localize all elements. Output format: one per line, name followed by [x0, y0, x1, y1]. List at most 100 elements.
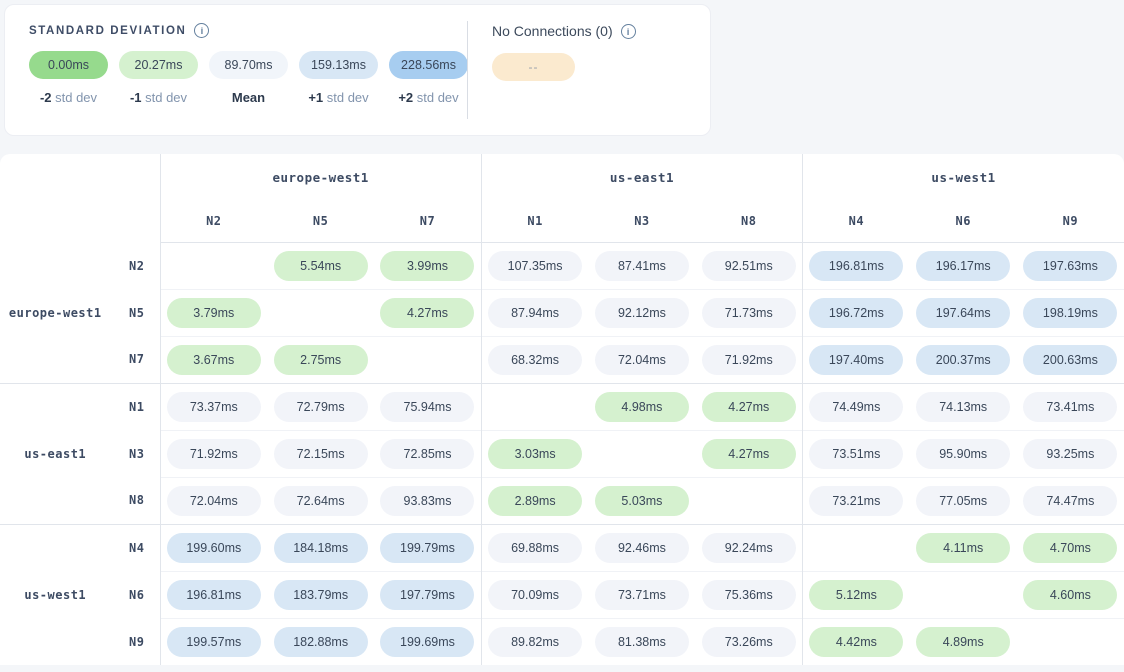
matrix-cell[interactable]: 74.47ms: [1017, 477, 1124, 524]
matrix-cell[interactable]: 183.79ms: [267, 571, 374, 618]
matrix-cell[interactable]: 200.63ms: [1017, 336, 1124, 383]
row-label: N4: [0, 524, 160, 571]
matrix-cell[interactable]: 107.35ms: [481, 242, 588, 289]
latency-pill: 75.94ms: [380, 392, 474, 422]
matrix-cell[interactable]: 4.27ms: [374, 289, 481, 336]
matrix-cell[interactable]: 72.04ms: [588, 336, 695, 383]
matrix-cell[interactable]: 197.40ms: [803, 336, 910, 383]
latency-pill: 72.04ms: [595, 345, 689, 375]
latency-pill: 72.64ms: [274, 486, 368, 516]
matrix-cell[interactable]: 5.54ms: [267, 242, 374, 289]
matrix-cell[interactable]: 73.71ms: [588, 571, 695, 618]
row-label: N9: [0, 618, 160, 665]
matrix-cell[interactable]: 197.64ms: [910, 289, 1017, 336]
matrix-cell[interactable]: 197.63ms: [1017, 242, 1124, 289]
matrix-cell[interactable]: 198.19ms: [1017, 289, 1124, 336]
matrix-cell[interactable]: 74.49ms: [803, 383, 910, 430]
matrix-cell[interactable]: 199.60ms: [160, 524, 267, 571]
matrix-cell[interactable]: 4.42ms: [803, 618, 910, 665]
matrix-cell[interactable]: 73.41ms: [1017, 383, 1124, 430]
matrix-cell[interactable]: 5.12ms: [803, 571, 910, 618]
matrix-cell[interactable]: 4.60ms: [1017, 571, 1124, 618]
matrix-cell[interactable]: 71.73ms: [695, 289, 802, 336]
matrix-cell[interactable]: 72.15ms: [267, 430, 374, 477]
matrix-cell[interactable]: 4.11ms: [910, 524, 1017, 571]
row-region-label: europe-west1: [0, 306, 111, 320]
latency-pill: 4.60ms: [1023, 580, 1117, 610]
matrix-cell[interactable]: 4.27ms: [695, 430, 802, 477]
matrix-cell[interactable]: 73.26ms: [695, 618, 802, 665]
page: { "legend": { "title": "STANDARD DEVIATI…: [0, 0, 1124, 672]
latency-pill: 68.32ms: [488, 345, 582, 375]
matrix-cell[interactable]: 89.82ms: [481, 618, 588, 665]
matrix-cell[interactable]: 75.36ms: [695, 571, 802, 618]
matrix-cell[interactable]: 92.12ms: [588, 289, 695, 336]
latency-pill: 199.60ms: [167, 533, 261, 563]
matrix-cell[interactable]: 199.79ms: [374, 524, 481, 571]
matrix-cell[interactable]: 196.72ms: [803, 289, 910, 336]
matrix-cell[interactable]: 93.25ms: [1017, 430, 1124, 477]
matrix-cell[interactable]: 72.79ms: [267, 383, 374, 430]
matrix-cell[interactable]: 184.18ms: [267, 524, 374, 571]
matrix-cell[interactable]: 81.38ms: [588, 618, 695, 665]
info-icon[interactable]: i: [621, 24, 636, 39]
row-region-label: us-west1: [0, 588, 111, 602]
matrix-cell[interactable]: 72.64ms: [267, 477, 374, 524]
matrix-cell[interactable]: 92.46ms: [588, 524, 695, 571]
matrix-cell[interactable]: 92.51ms: [695, 242, 802, 289]
latency-pill: 4.98ms: [595, 392, 689, 422]
matrix-cell[interactable]: 73.37ms: [160, 383, 267, 430]
matrix-cell[interactable]: 77.05ms: [910, 477, 1017, 524]
latency-pill: 73.26ms: [702, 627, 796, 657]
matrix-cell[interactable]: 3.03ms: [481, 430, 588, 477]
matrix-cell[interactable]: 199.57ms: [160, 618, 267, 665]
matrix-cell[interactable]: 75.94ms: [374, 383, 481, 430]
matrix-cell[interactable]: 95.90ms: [910, 430, 1017, 477]
matrix-cell[interactable]: 87.94ms: [481, 289, 588, 336]
matrix-cell[interactable]: 4.27ms: [695, 383, 802, 430]
matrix-cell[interactable]: 72.04ms: [160, 477, 267, 524]
matrix-cell[interactable]: 197.79ms: [374, 571, 481, 618]
matrix-cell[interactable]: 70.09ms: [481, 571, 588, 618]
matrix-cell[interactable]: 68.32ms: [481, 336, 588, 383]
row-node-label: N8: [111, 493, 160, 507]
matrix-cell[interactable]: 3.67ms: [160, 336, 267, 383]
matrix-cell-empty: [267, 289, 374, 336]
matrix-cell[interactable]: 4.70ms: [1017, 524, 1124, 571]
matrix-cell[interactable]: 199.69ms: [374, 618, 481, 665]
table-row: N9199.57ms182.88ms199.69ms89.82ms81.38ms…: [0, 618, 1124, 665]
matrix-cell[interactable]: 196.17ms: [910, 242, 1017, 289]
matrix-cell[interactable]: 4.98ms: [588, 383, 695, 430]
matrix-cell[interactable]: 196.81ms: [803, 242, 910, 289]
matrix-cell[interactable]: 4.89ms: [910, 618, 1017, 665]
matrix-cell[interactable]: 71.92ms: [695, 336, 802, 383]
matrix-cell[interactable]: 87.41ms: [588, 242, 695, 289]
latency-pill: 199.57ms: [167, 627, 261, 657]
matrix-cell[interactable]: 196.81ms: [160, 571, 267, 618]
matrix-cell[interactable]: 182.88ms: [267, 618, 374, 665]
info-icon[interactable]: i: [194, 23, 209, 38]
matrix-cell[interactable]: 3.79ms: [160, 289, 267, 336]
matrix-cell[interactable]: 92.24ms: [695, 524, 802, 571]
latency-pill: 72.79ms: [274, 392, 368, 422]
matrix-cell[interactable]: 69.88ms: [481, 524, 588, 571]
matrix-cell[interactable]: 93.83ms: [374, 477, 481, 524]
matrix-cell[interactable]: 73.21ms: [803, 477, 910, 524]
matrix-cell[interactable]: 2.75ms: [267, 336, 374, 383]
latency-pill: 74.47ms: [1023, 486, 1117, 516]
matrix-cell-empty: [481, 383, 588, 430]
matrix-cell[interactable]: 3.99ms: [374, 242, 481, 289]
matrix-cell[interactable]: 71.92ms: [160, 430, 267, 477]
column-node-header: N1: [481, 200, 588, 242]
legend-swatch: 0.00ms: [29, 51, 108, 79]
matrix-cell[interactable]: 5.03ms: [588, 477, 695, 524]
latency-table: europe-west1us-east1us-west1N2N5N7N1N3N8…: [0, 154, 1124, 665]
matrix-cell[interactable]: 200.37ms: [910, 336, 1017, 383]
matrix-cell[interactable]: 2.89ms: [481, 477, 588, 524]
matrix-cell[interactable]: 74.13ms: [910, 383, 1017, 430]
latency-pill: 92.24ms: [702, 533, 796, 563]
matrix-cell[interactable]: 73.51ms: [803, 430, 910, 477]
latency-matrix: europe-west1us-east1us-west1N2N5N7N1N3N8…: [0, 154, 1124, 665]
row-label: N8: [0, 477, 160, 524]
matrix-cell[interactable]: 72.85ms: [374, 430, 481, 477]
